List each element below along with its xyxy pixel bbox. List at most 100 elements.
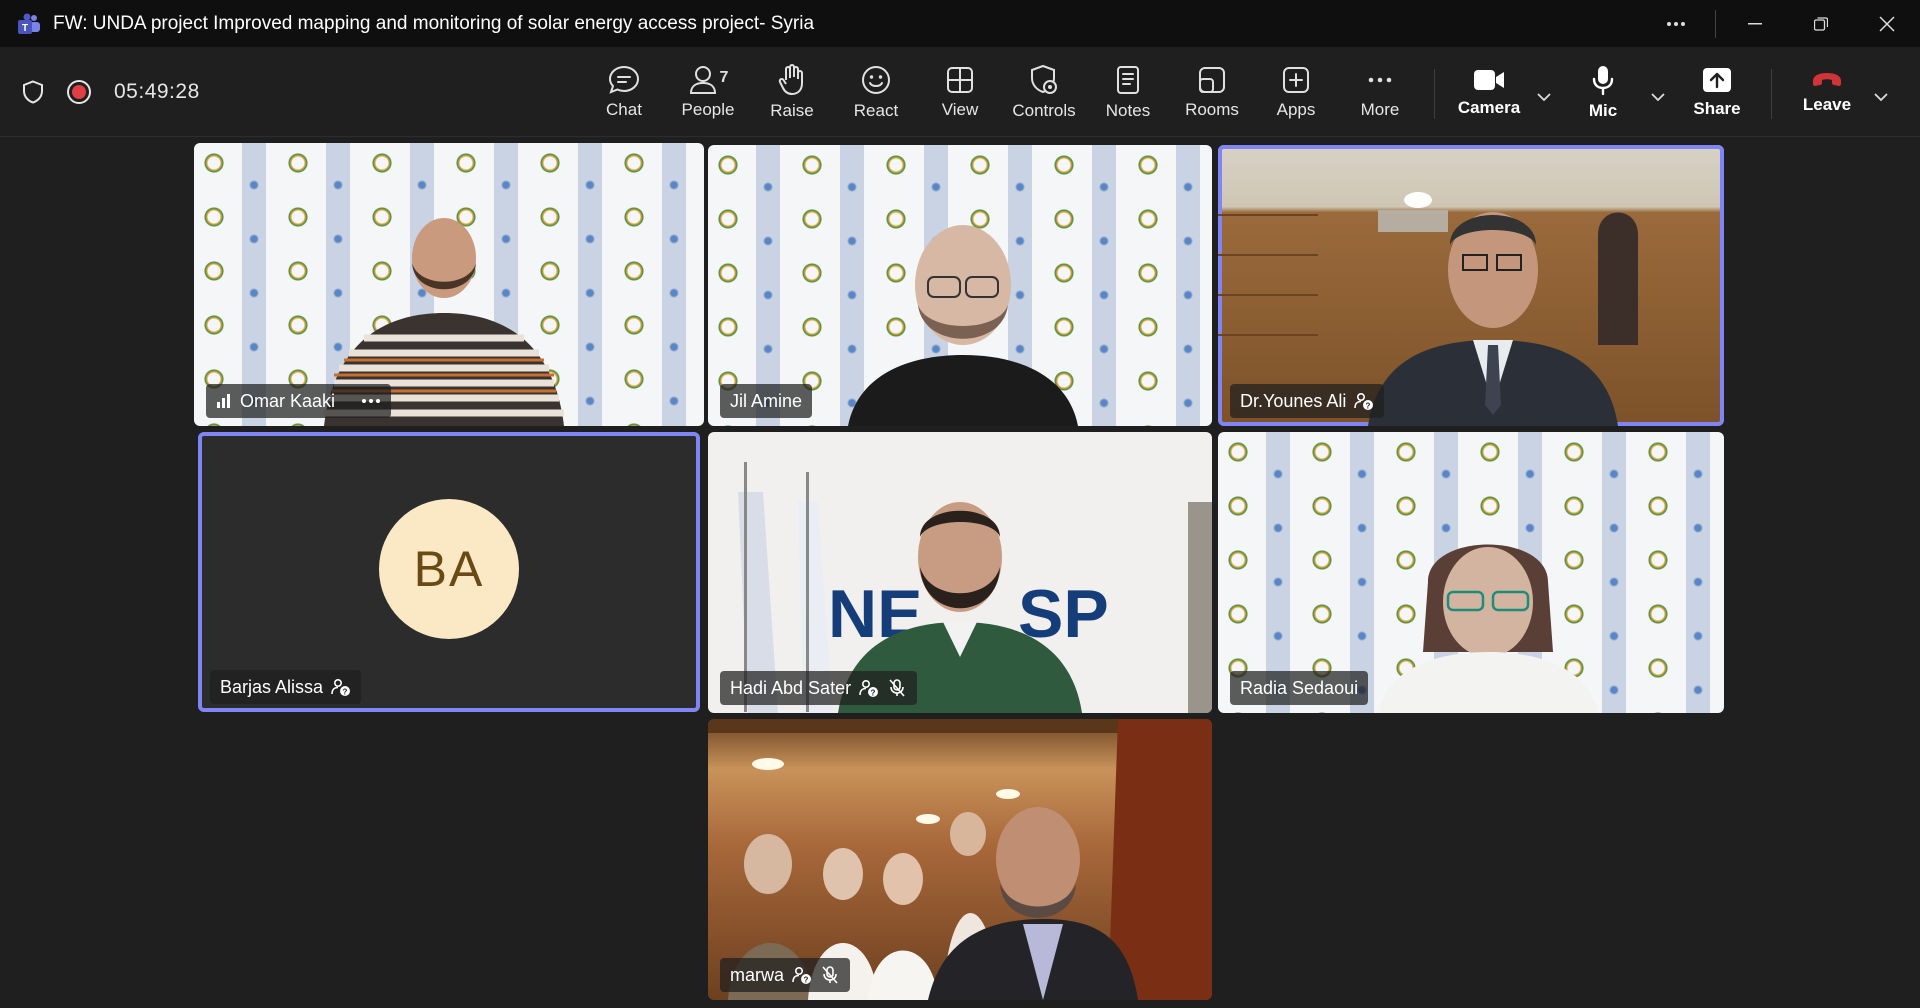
mic-options-button[interactable]: [1646, 85, 1670, 109]
view-label: View: [941, 99, 979, 119]
more-dots-icon: [1368, 77, 1392, 82]
hang-up-icon: [1813, 72, 1841, 86]
participant-tile-jil-amine[interactable]: Jil Amine: [708, 145, 1212, 426]
camera-label: Camera: [1457, 97, 1521, 117]
camera-options-button[interactable]: [1532, 85, 1556, 109]
chat-button[interactable]: Chat: [582, 47, 666, 137]
participant-video: [1378, 544, 1598, 713]
meeting-toolbar: 05:49:28 Chat 7 People Raise React View: [0, 47, 1920, 137]
media-controls: Camera: [1447, 47, 1531, 137]
more-button[interactable]: More: [1338, 47, 1422, 137]
toolbar-divider: [1434, 69, 1435, 119]
minimize-button[interactable]: [1722, 0, 1788, 47]
restore-button[interactable]: [1788, 0, 1854, 47]
titlebar-separator: [1715, 9, 1716, 38]
chevron-down-icon: [1537, 93, 1551, 102]
avatar: BA: [379, 499, 519, 639]
share-controls: Share: [1675, 47, 1759, 137]
chevron-down-icon: [1874, 93, 1888, 102]
svg-text:T: T: [22, 23, 28, 34]
participant-name: Barjas Alissa: [220, 676, 324, 697]
signal-strength-icon: [217, 394, 230, 408]
controls-button[interactable]: Controls: [1002, 47, 1086, 137]
participant-tile-marwa[interactable]: marwa ?: [708, 719, 1212, 1000]
participant-name-chip: Hadi Abd Sater ?: [720, 671, 918, 705]
react-button[interactable]: React: [834, 47, 918, 137]
people-icon: [689, 65, 716, 94]
notes-icon: [1117, 65, 1139, 94]
meeting-timer: 05:49:28: [114, 80, 200, 103]
add-app-icon: [1283, 66, 1309, 93]
controls-label: Controls: [1012, 100, 1076, 120]
chevron-down-icon: [1651, 93, 1665, 102]
participant-tile-barjas-alissa[interactable]: BA Barjas Alissa ?: [198, 432, 700, 712]
participant-name: Jil Amine: [730, 390, 803, 411]
participant-name-chip: Jil Amine: [720, 384, 813, 418]
microphone-icon: [1592, 65, 1614, 95]
participant-tile-radia-sedaoui[interactable]: Radia Sedaoui: [1218, 432, 1724, 713]
window-title: FW: UNDA project Improved mapping and mo…: [53, 12, 815, 34]
rooms-icon: [1199, 66, 1225, 93]
more-horizontal-icon: [1667, 21, 1685, 26]
organizer-icon: ?: [331, 678, 351, 697]
svg-text:?: ?: [1366, 402, 1371, 411]
organizer-icon: ?: [792, 966, 812, 985]
participant-tile-dr-younes-ali[interactable]: Dr.Younes Ali ?: [1218, 145, 1724, 426]
participant-name: Hadi Abd Sater: [730, 677, 852, 698]
mic-button[interactable]: Mic: [1561, 47, 1645, 137]
close-icon: [1879, 15, 1895, 32]
smiley-icon: [862, 65, 890, 94]
share-label: Share: [1693, 98, 1741, 118]
participant-name-chip: Barjas Alissa ?: [210, 670, 362, 704]
participant-name-chip: Omar Kaaki: [206, 384, 392, 418]
people-count: 7: [719, 68, 729, 86]
participant-name-chip: marwa ?: [720, 958, 851, 992]
meeting-status: 05:49:28: [22, 47, 200, 137]
apps-label: Apps: [1276, 99, 1316, 119]
restore-icon: [1814, 16, 1828, 31]
rooms-label: Rooms: [1185, 99, 1239, 119]
people-button[interactable]: 7 People: [666, 47, 750, 137]
more-label: More: [1360, 99, 1400, 119]
people-label: People: [681, 99, 735, 119]
notes-button[interactable]: Notes: [1086, 47, 1170, 137]
svg-text:?: ?: [871, 689, 876, 698]
mic-controls: Mic: [1561, 47, 1645, 137]
mic-label: Mic: [1588, 100, 1618, 120]
organizer-icon: ?: [1354, 392, 1374, 411]
toolbar-divider: [1771, 69, 1772, 119]
rooms-button[interactable]: Rooms: [1170, 47, 1254, 137]
shield-icon[interactable]: [22, 80, 44, 104]
camera-icon: [1474, 69, 1504, 90]
raise-hand-icon: [778, 63, 803, 95]
leave-options-button[interactable]: [1869, 85, 1893, 109]
apps-button[interactable]: Apps: [1254, 47, 1338, 137]
participant-tile-omar-kaaki[interactable]: Omar Kaaki: [194, 143, 704, 426]
leave-controls: Leave: [1785, 47, 1869, 137]
more-options-button[interactable]: [1643, 0, 1709, 47]
organizer-icon: ?: [859, 679, 879, 698]
react-label: React: [853, 100, 899, 120]
raise-label: Raise: [770, 100, 814, 120]
recording-icon: [67, 80, 91, 104]
leave-button[interactable]: Leave: [1785, 47, 1869, 137]
teams-icon: T: [18, 13, 40, 34]
participant-name: Dr.Younes Ali: [1240, 390, 1347, 411]
mic-muted-icon: [822, 966, 838, 984]
mic-muted-icon: [889, 679, 905, 697]
raise-hand-button[interactable]: Raise: [750, 47, 834, 137]
camera-button[interactable]: Camera: [1447, 47, 1531, 137]
more-horizontal-icon[interactable]: [361, 398, 381, 404]
chat-label: Chat: [606, 99, 642, 119]
people-icon-wrap: 7: [688, 65, 729, 95]
share-button[interactable]: Share: [1675, 47, 1759, 137]
close-button[interactable]: [1854, 0, 1920, 47]
participant-video: [848, 225, 1078, 426]
leave-label: Leave: [1802, 94, 1852, 114]
toolbar-actions: Chat 7 People Raise React View Controls: [582, 47, 1422, 137]
participant-tile-hadi-abd-sater[interactable]: NE SP Hadi Abd Sater ?: [708, 432, 1212, 713]
participant-name: Radia Sedaoui: [1240, 677, 1359, 698]
shield-settings-icon: [1031, 64, 1057, 94]
participant-name: Omar Kaaki: [240, 390, 336, 411]
view-button[interactable]: View: [918, 47, 1002, 137]
